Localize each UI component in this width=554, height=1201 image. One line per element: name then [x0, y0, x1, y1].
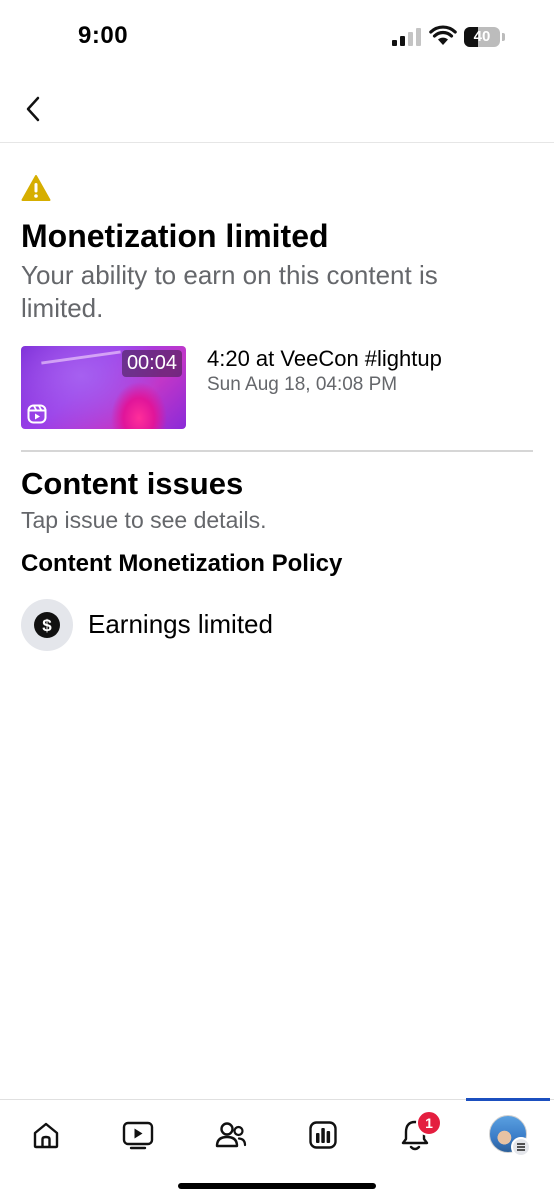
insights-icon	[309, 1121, 337, 1149]
section-subtitle: Tap issue to see details.	[21, 507, 267, 533]
back-button[interactable]	[16, 92, 50, 126]
chevron-left-icon	[26, 96, 40, 122]
video-icon	[122, 1121, 154, 1150]
home-icon	[33, 1122, 59, 1149]
tab-friends[interactable]	[206, 1112, 256, 1158]
battery-level: 40	[473, 28, 491, 45]
warning-icon	[21, 175, 51, 201]
issue-row-earnings-limited[interactable]: $ Earnings limited	[21, 599, 533, 653]
issue-label: Earnings limited	[88, 609, 273, 639]
home-indicator	[178, 1183, 376, 1189]
status-time: 9:00	[78, 22, 129, 49]
tab-home[interactable]	[21, 1112, 71, 1158]
video-date: Sun Aug 18, 04:08 PM	[207, 374, 398, 395]
reels-icon	[27, 404, 47, 424]
menu-icon	[511, 1137, 531, 1157]
video-title: 4:20 at VeeCon #lightup	[207, 346, 442, 371]
page-title: Monetization limited	[21, 218, 329, 254]
video-thumbnail[interactable]: 00:04	[21, 346, 186, 429]
page-subtitle: Your ability to earn on this content is …	[21, 260, 438, 323]
dollar-circle-icon: $	[34, 612, 60, 638]
nav-header	[0, 76, 554, 143]
content-card[interactable]: 00:04 4:20 at VeeCon #lightup Sun Aug 18…	[21, 346, 533, 430]
tab-insights[interactable]	[298, 1112, 348, 1158]
status-bar: 9:00 40	[0, 0, 554, 76]
tab-video[interactable]	[113, 1112, 163, 1158]
battery-icon: 40	[464, 27, 505, 47]
issue-icon-container: $	[21, 599, 73, 651]
notification-badge: 1	[416, 1110, 442, 1136]
policy-heading: Content Monetization Policy	[21, 550, 343, 577]
video-duration: 00:04	[121, 350, 182, 377]
friends-icon	[215, 1122, 247, 1148]
section-title: Content issues	[21, 466, 244, 501]
active-tab-indicator	[466, 1098, 550, 1101]
section-divider	[21, 450, 533, 452]
cellular-signal-icon	[392, 28, 421, 46]
wifi-icon	[429, 25, 457, 45]
svg-text:$: $	[42, 616, 52, 635]
